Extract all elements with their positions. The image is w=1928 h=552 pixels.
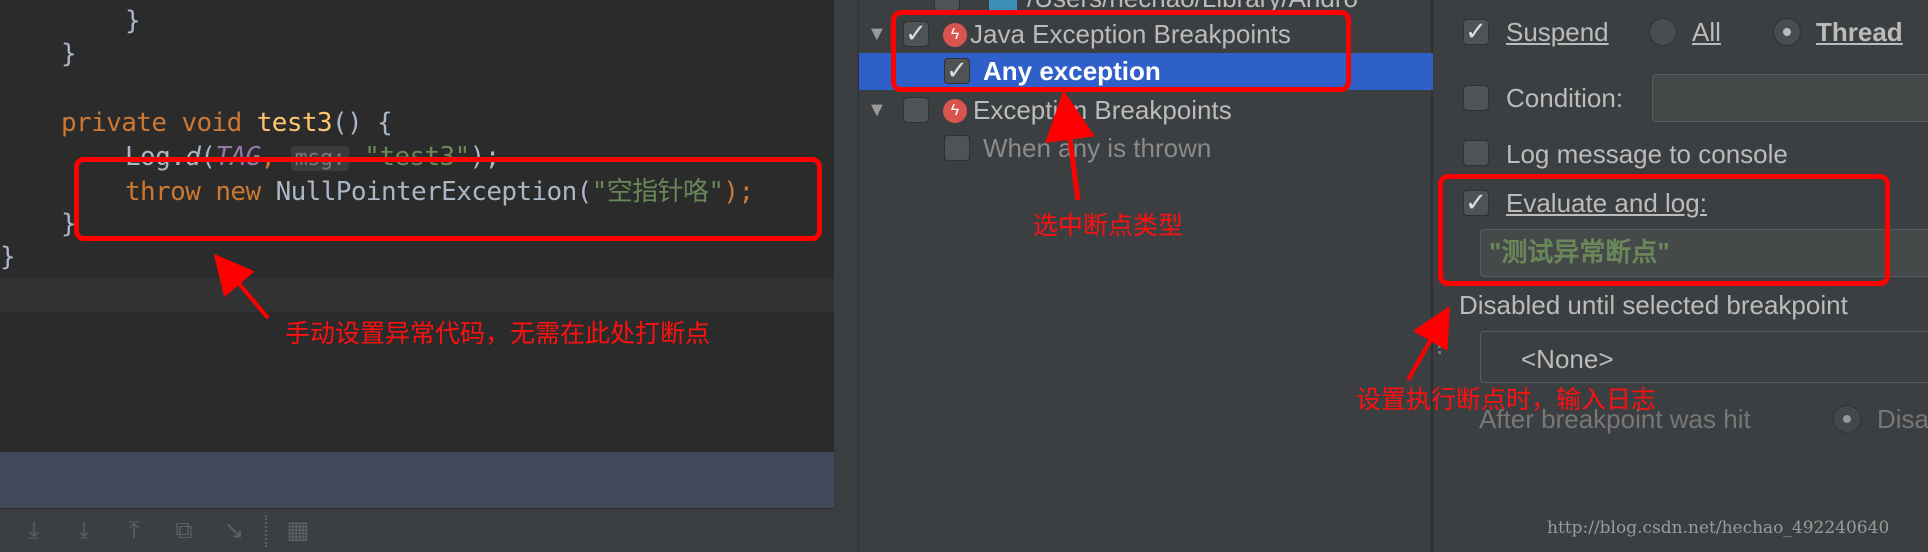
- arrow-code: [213, 253, 270, 320]
- watermark: http://blog.csdn.net/hechao_492240640: [1547, 518, 1890, 538]
- annotation-code: 手动设置异常代码，无需在此处打断点: [285, 319, 711, 348]
- annotation-settings: 设置执行断点时，输入日志: [1356, 385, 1657, 414]
- arrow-tree: [1045, 90, 1095, 201]
- annotation-tree: 选中断点类型: [1033, 211, 1184, 240]
- annotation-arrows: [213, 90, 1450, 381]
- arrow-settings: [1406, 306, 1450, 381]
